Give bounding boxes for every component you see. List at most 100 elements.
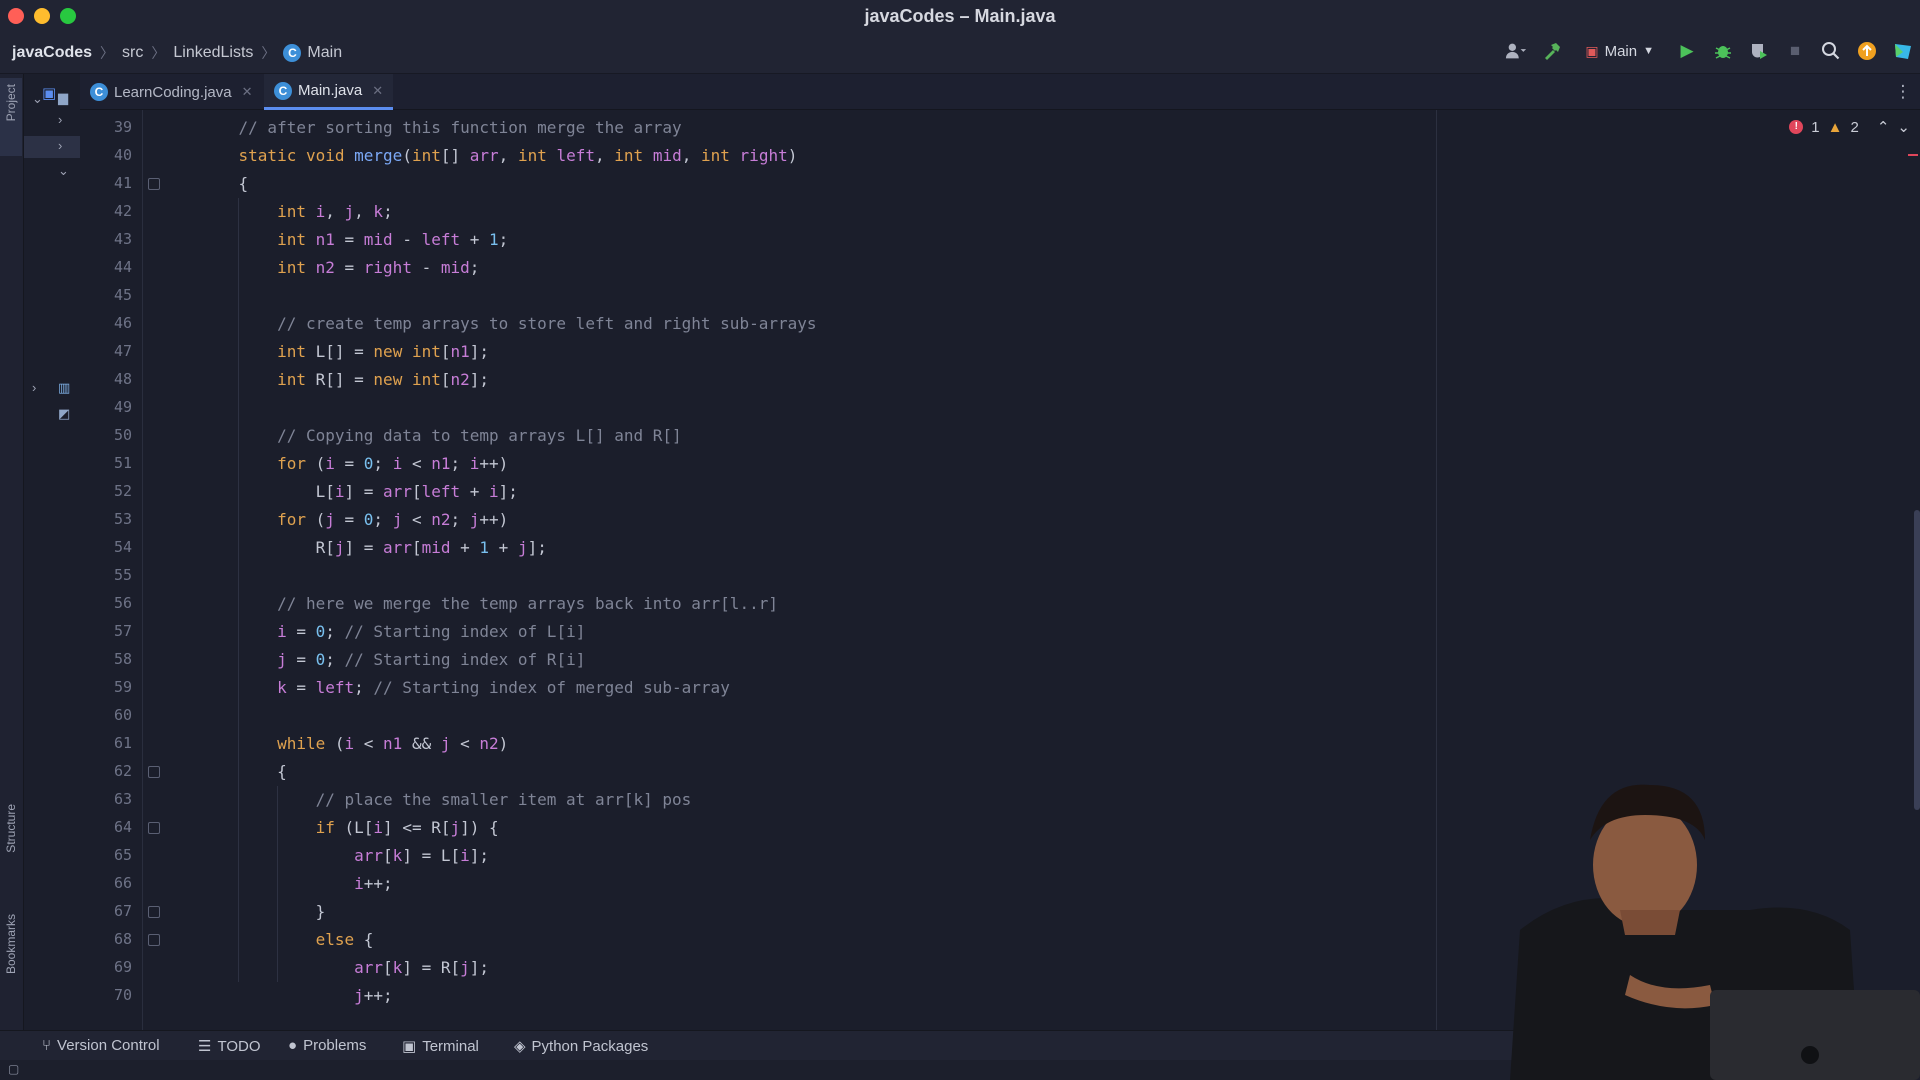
fold-toggle-icon[interactable] bbox=[148, 822, 160, 834]
code-line[interactable]: static void merge(int[] arr, int left, i… bbox=[200, 142, 798, 170]
gutter-divider bbox=[142, 110, 143, 1030]
line-number: 70 bbox=[113, 986, 132, 1004]
tree-row[interactable]: › bbox=[24, 110, 80, 132]
debug-bug-icon[interactable] bbox=[1712, 40, 1734, 62]
build-hammer-icon[interactable] bbox=[1541, 40, 1563, 62]
indent-guide bbox=[238, 198, 239, 982]
panel-toggle-icon[interactable]: ▢ bbox=[8, 1062, 19, 1076]
code-line[interactable]: arr[k] = R[j]; bbox=[200, 954, 489, 982]
code-line[interactable]: j++; bbox=[200, 982, 393, 1010]
navigation-bar: javaCodes 〉 src 〉 LinkedLists 〉 C Main ▣… bbox=[0, 32, 1920, 74]
list-icon: ☰ bbox=[198, 1038, 212, 1055]
inspection-widget[interactable]: ! 1 ▲ 2 ⌃ ⌄ bbox=[1789, 118, 1910, 136]
left-tool-strip: Project Structure Bookmarks bbox=[0, 74, 24, 1034]
tree-row[interactable]: ◩ bbox=[24, 404, 80, 426]
close-icon[interactable]: ✕ bbox=[372, 83, 383, 99]
account-icon[interactable] bbox=[1505, 40, 1527, 62]
line-number: 41 bbox=[113, 174, 132, 192]
bookmarks-tool-label[interactable]: Bookmarks bbox=[4, 914, 18, 974]
run-icon[interactable]: ▶ bbox=[1676, 40, 1698, 62]
code-line[interactable]: while (i < n1 && j < n2) bbox=[200, 730, 508, 758]
line-number: 52 bbox=[113, 482, 132, 500]
code-line[interactable]: arr[k] = L[i]; bbox=[200, 842, 489, 870]
version-control-button[interactable]: ⑂ Version Control bbox=[42, 1037, 160, 1054]
line-number: 63 bbox=[113, 790, 132, 808]
code-line[interactable]: k = left; // Starting index of merged su… bbox=[200, 674, 730, 702]
stop-icon[interactable]: ■ bbox=[1784, 40, 1806, 62]
code-line[interactable]: for (j = 0; j < n2; j++) bbox=[200, 506, 508, 534]
search-icon[interactable] bbox=[1820, 40, 1842, 62]
terminal-icon: ▣ bbox=[402, 1038, 417, 1055]
todo-button[interactable]: ☰ TODO bbox=[198, 1037, 261, 1056]
layers-icon: ◈ bbox=[514, 1038, 526, 1055]
line-number: 66 bbox=[113, 874, 132, 892]
line-number: 48 bbox=[113, 370, 132, 388]
code-line[interactable]: } bbox=[200, 898, 326, 926]
fold-toggle-icon[interactable] bbox=[148, 766, 160, 778]
scratches-icon: ◩ bbox=[58, 406, 71, 421]
code-line[interactable]: i = 0; // Starting index of L[i] bbox=[200, 618, 585, 646]
code-line[interactable]: for (i = 0; i < n1; i++) bbox=[200, 450, 508, 478]
code-line[interactable]: int R[] = new int[n2]; bbox=[200, 366, 489, 394]
line-number: 56 bbox=[113, 594, 132, 612]
project-tool-label[interactable]: Project bbox=[4, 84, 18, 121]
line-number: 40 bbox=[113, 146, 132, 164]
code-line[interactable]: // Copying data to temp arrays L[] and R… bbox=[200, 422, 682, 450]
line-number: 64 bbox=[113, 818, 132, 836]
tree-row[interactable]: › ▥ bbox=[24, 378, 80, 400]
code-line[interactable]: int n2 = right - mid; bbox=[200, 254, 479, 282]
code-line[interactable]: // create temp arrays to store left and … bbox=[200, 310, 816, 338]
problems-button[interactable]: ● Problems bbox=[288, 1037, 366, 1054]
chevron-down-icon[interactable]: ⌄ bbox=[1897, 118, 1910, 136]
update-icon[interactable] bbox=[1856, 40, 1878, 62]
chevron-down-icon: ▼ bbox=[1643, 45, 1654, 57]
close-icon[interactable]: ✕ bbox=[242, 84, 253, 100]
code-line[interactable]: int L[] = new int[n1]; bbox=[200, 338, 489, 366]
code-line[interactable]: i++; bbox=[200, 870, 393, 898]
chevron-up-icon[interactable]: ⌃ bbox=[1877, 118, 1890, 136]
structure-tool-label[interactable]: Structure bbox=[4, 804, 18, 853]
code-line[interactable]: R[j] = arr[mid + 1 + j]; bbox=[200, 534, 547, 562]
code-line[interactable]: { bbox=[200, 170, 249, 198]
fold-toggle-icon[interactable] bbox=[148, 906, 160, 918]
breadcrumb-file[interactable]: Main bbox=[307, 44, 342, 62]
tree-row[interactable]: ⌄ bbox=[24, 162, 80, 184]
fold-toggle-icon[interactable] bbox=[148, 178, 160, 190]
code-line[interactable]: // after sorting this function merge the… bbox=[200, 114, 682, 142]
version-control-label: Version Control bbox=[57, 1037, 160, 1054]
breadcrumb-folder[interactable]: src bbox=[122, 44, 143, 62]
tab-label: LearnCoding.java bbox=[114, 83, 232, 101]
code-line[interactable]: // here we merge the temp arrays back in… bbox=[200, 590, 778, 618]
code-line[interactable]: { bbox=[200, 758, 287, 786]
code-line[interactable]: L[i] = arr[left + i]; bbox=[200, 478, 518, 506]
warning-icon: ▲ bbox=[1827, 118, 1843, 136]
line-number: 59 bbox=[113, 678, 132, 696]
info-icon: ● bbox=[288, 1037, 298, 1054]
line-number: 55 bbox=[113, 566, 132, 584]
code-line[interactable]: j = 0; // Starting index of R[i] bbox=[200, 646, 585, 674]
code-line[interactable]: if (L[i] <= R[j]) { bbox=[200, 814, 499, 842]
terminal-button[interactable]: ▣ Terminal bbox=[402, 1037, 479, 1056]
tab-main[interactable]: C Main.java ✕ bbox=[264, 74, 394, 110]
line-number: 50 bbox=[113, 426, 132, 444]
breadcrumb-separator-icon: 〉 bbox=[100, 45, 115, 61]
run-with-coverage-icon[interactable] bbox=[1748, 40, 1770, 62]
more-options-icon[interactable]: ⋮ bbox=[1892, 81, 1914, 103]
code-line[interactable]: int i, j, k; bbox=[200, 198, 393, 226]
tree-row[interactable]: › bbox=[24, 136, 80, 158]
error-stripe-marker[interactable] bbox=[1908, 154, 1918, 156]
window-icon: ▣ bbox=[42, 85, 57, 102]
run-configuration-dropdown[interactable]: ▣ Main ▼ bbox=[1577, 41, 1662, 62]
breadcrumb-package[interactable]: LinkedLists bbox=[173, 44, 253, 62]
tab-learncoding[interactable]: C LearnCoding.java ✕ bbox=[80, 74, 263, 110]
code-line[interactable]: int n1 = mid - left + 1; bbox=[200, 226, 508, 254]
code-line[interactable]: else { bbox=[200, 926, 374, 954]
fold-toggle-icon[interactable] bbox=[148, 934, 160, 946]
main-toolbar: ▣ Main ▼ ▶ ■ bbox=[1505, 40, 1914, 62]
breadcrumb-project[interactable]: javaCodes bbox=[12, 44, 92, 62]
code-line[interactable]: // place the smaller item at arr[k] pos bbox=[200, 786, 692, 814]
ide-logo-icon[interactable] bbox=[1892, 40, 1914, 62]
code-area[interactable]: // after sorting this function merge the… bbox=[200, 110, 1437, 1030]
python-packages-button[interactable]: ◈ Python Packages bbox=[514, 1037, 648, 1056]
line-number: 58 bbox=[113, 650, 132, 668]
